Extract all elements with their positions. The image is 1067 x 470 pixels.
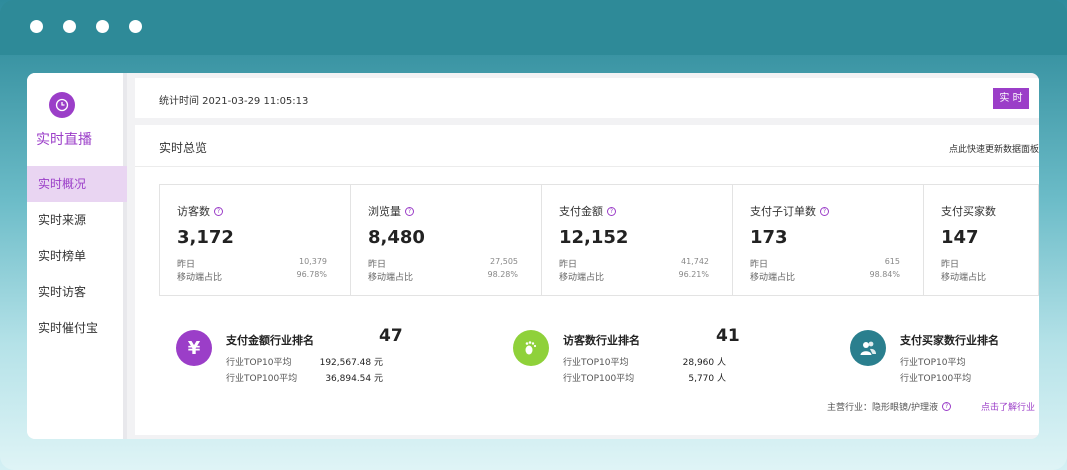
metric-label: 支付买家数 (941, 205, 996, 218)
metric-visitors: 访客数? 3,172 昨日 10,379 移动端占比 96.78% (160, 185, 351, 295)
realtime-button[interactable]: 实 时 (993, 88, 1029, 109)
clock-icon (49, 92, 75, 118)
rank-visitors: 访客数行业排名 41 行业TOP10平均 28,960 人 行业TOP100平均… (496, 315, 826, 385)
yen-icon: ¥ (176, 330, 212, 366)
window-dot[interactable] (129, 20, 142, 33)
metric-label: 支付金额 (559, 205, 603, 218)
top10-label: 行业TOP10平均 (900, 358, 966, 368)
footprint-icon (513, 330, 549, 366)
mobile-row: 移动端占比 96.21% (559, 270, 709, 283)
top100-label: 行业TOP100平均 (900, 374, 972, 384)
rank-title: 访客数行业排名 (563, 334, 640, 347)
help-icon[interactable]: ? (405, 206, 414, 216)
top100-value: 5,770 人 (688, 374, 726, 384)
top100-label: 行业TOP100平均 (563, 374, 635, 384)
yesterday-row: 昨日 10,379 (177, 257, 327, 270)
metric-sub-orders: 支付子订单数? 173 昨日 615 移动端占比 98.84% (733, 185, 924, 295)
yesterday-value: 10,379 (299, 257, 327, 266)
title-bar (0, 0, 1067, 55)
mobile-label: 移动端占比 (941, 273, 987, 283)
rank-payment-amount: ¥ 支付金额行业排名 47 行业TOP10平均 192,567.48 元 行业T… (159, 315, 489, 385)
rank-number: 47 (379, 326, 403, 346)
mobile-value: 98.84% (869, 270, 900, 279)
top100-label: 行业TOP100平均 (226, 374, 298, 384)
mobile-row: 移动端占比 98.28% (368, 270, 518, 283)
metric-payment-amount: 支付金额? 12,152 昨日 41,742 移动端占比 96.21% (542, 185, 733, 295)
top10-value: 192,567.48 元 (319, 358, 383, 368)
mobile-row: 移动端占比 (941, 270, 1039, 283)
metric-label: 访客数 (177, 205, 210, 218)
yesterday-label: 昨日 (750, 260, 769, 270)
panel-title: 实时总览 (159, 141, 208, 155)
panel-header: 实时总览 点此快速更新数据面板 (135, 125, 1039, 167)
window-dot[interactable] (30, 20, 43, 33)
window-dot[interactable] (63, 20, 76, 33)
metric-label: 浏览量 (368, 205, 401, 218)
mobile-row: 移动端占比 98.84% (750, 270, 900, 283)
mobile-label: 移动端占比 (559, 273, 605, 283)
main-industry: 主营行业：隐形眼镜/护理液 ? (827, 400, 952, 413)
rank-buyers: 支付买家数行业排名 行业TOP10平均 行业TOP100平均 (833, 315, 1039, 385)
stats-header: 统计时间 2021-03-29 11:05:13 实 时 (135, 78, 1039, 118)
learn-industry-link[interactable]: 点击了解行业 (981, 400, 1035, 413)
top100-value: 36,894.54 元 (325, 374, 383, 384)
mobile-label: 移动端占比 (750, 273, 796, 283)
users-icon (850, 330, 886, 366)
ranking-area: ¥ 支付金额行业排名 47 行业TOP10平均 192,567.48 元 行业T… (159, 315, 1039, 395)
yesterday-row: 昨日 615 (750, 257, 900, 270)
metric-value: 173 (750, 227, 788, 248)
metric-value: 8,480 (368, 227, 425, 248)
yesterday-row: 昨日 41,742 (559, 257, 709, 270)
mobile-label: 移动端占比 (177, 273, 223, 283)
yesterday-value: 41,742 (681, 257, 709, 266)
rank-title: 支付买家数行业排名 (900, 334, 999, 347)
yesterday-label: 昨日 (368, 260, 387, 270)
yesterday-value: 27,505 (490, 257, 518, 266)
help-icon[interactable]: ? (942, 402, 952, 411)
rank-title: 支付金额行业排名 (226, 334, 314, 347)
yesterday-row: 昨日 27,505 (368, 257, 518, 270)
sidebar-item-rankings[interactable]: 实时榜单 (27, 238, 127, 274)
mobile-row: 移动端占比 96.78% (177, 270, 327, 283)
yesterday-label: 昨日 (559, 260, 578, 270)
yesterday-value: 615 (884, 257, 900, 266)
help-icon[interactable]: ? (607, 206, 616, 216)
dashboard-window: 实时直播 实时概况 实时来源 实时榜单 实时访客 实时催付宝 统计时间 2021… (27, 73, 1039, 439)
top10-value: 28,960 人 (682, 358, 726, 368)
yesterday-row: 昨日 (941, 257, 1039, 270)
sidebar-item-visitors[interactable]: 实时访客 (27, 274, 127, 310)
help-icon[interactable]: ? (820, 206, 829, 216)
top10-label: 行业TOP10平均 (226, 358, 292, 368)
app-frame: 实时直播 实时概况 实时来源 实时榜单 实时访客 实时催付宝 统计时间 2021… (0, 0, 1067, 470)
metric-buyers: 支付买家数 147 昨日 移动端占比 (924, 185, 1038, 295)
metric-pageviews: 浏览量? 8,480 昨日 27,505 移动端占比 98.28% (351, 185, 542, 295)
sidebar-title: 实时直播 (36, 132, 92, 148)
sidebar: 实时直播 实时概况 实时来源 实时榜单 实时访客 实时催付宝 (27, 73, 127, 439)
metric-value: 3,172 (177, 227, 234, 248)
overview-panel: 实时总览 点此快速更新数据面板 访客数? 3,172 昨日 10,379 移动端占… (135, 125, 1039, 435)
mobile-label: 移动端占比 (368, 273, 414, 283)
window-dot[interactable] (96, 20, 109, 33)
window-dots (30, 20, 142, 33)
metrics-grid: 访客数? 3,172 昨日 10,379 移动端占比 96.78% 浏览量? 8,4… (159, 184, 1039, 296)
sidebar-item-sources[interactable]: 实时来源 (27, 202, 127, 238)
mobile-value: 96.78% (296, 270, 327, 279)
yesterday-label: 昨日 (941, 260, 960, 270)
mobile-value: 98.28% (487, 270, 518, 279)
sidebar-nav: 实时概况 实时来源 实时榜单 实时访客 实时催付宝 (27, 166, 127, 346)
refresh-link[interactable]: 点此快速更新数据面板 (949, 142, 1039, 155)
sidebar-item-payment-reminder[interactable]: 实时催付宝 (27, 310, 127, 346)
rank-number: 41 (716, 326, 740, 346)
metric-label: 支付子订单数 (750, 205, 816, 218)
industry-text: 主营行业：隐形眼镜/护理液 (827, 403, 939, 413)
mobile-value: 96.21% (678, 270, 709, 279)
metric-value: 12,152 (559, 227, 629, 248)
yesterday-label: 昨日 (177, 260, 196, 270)
sidebar-item-overview[interactable]: 实时概况 (27, 166, 127, 202)
stat-time: 统计时间 2021-03-29 11:05:13 (159, 96, 309, 107)
help-icon[interactable]: ? (214, 206, 223, 216)
metric-value: 147 (941, 227, 979, 248)
top10-label: 行业TOP10平均 (563, 358, 629, 368)
